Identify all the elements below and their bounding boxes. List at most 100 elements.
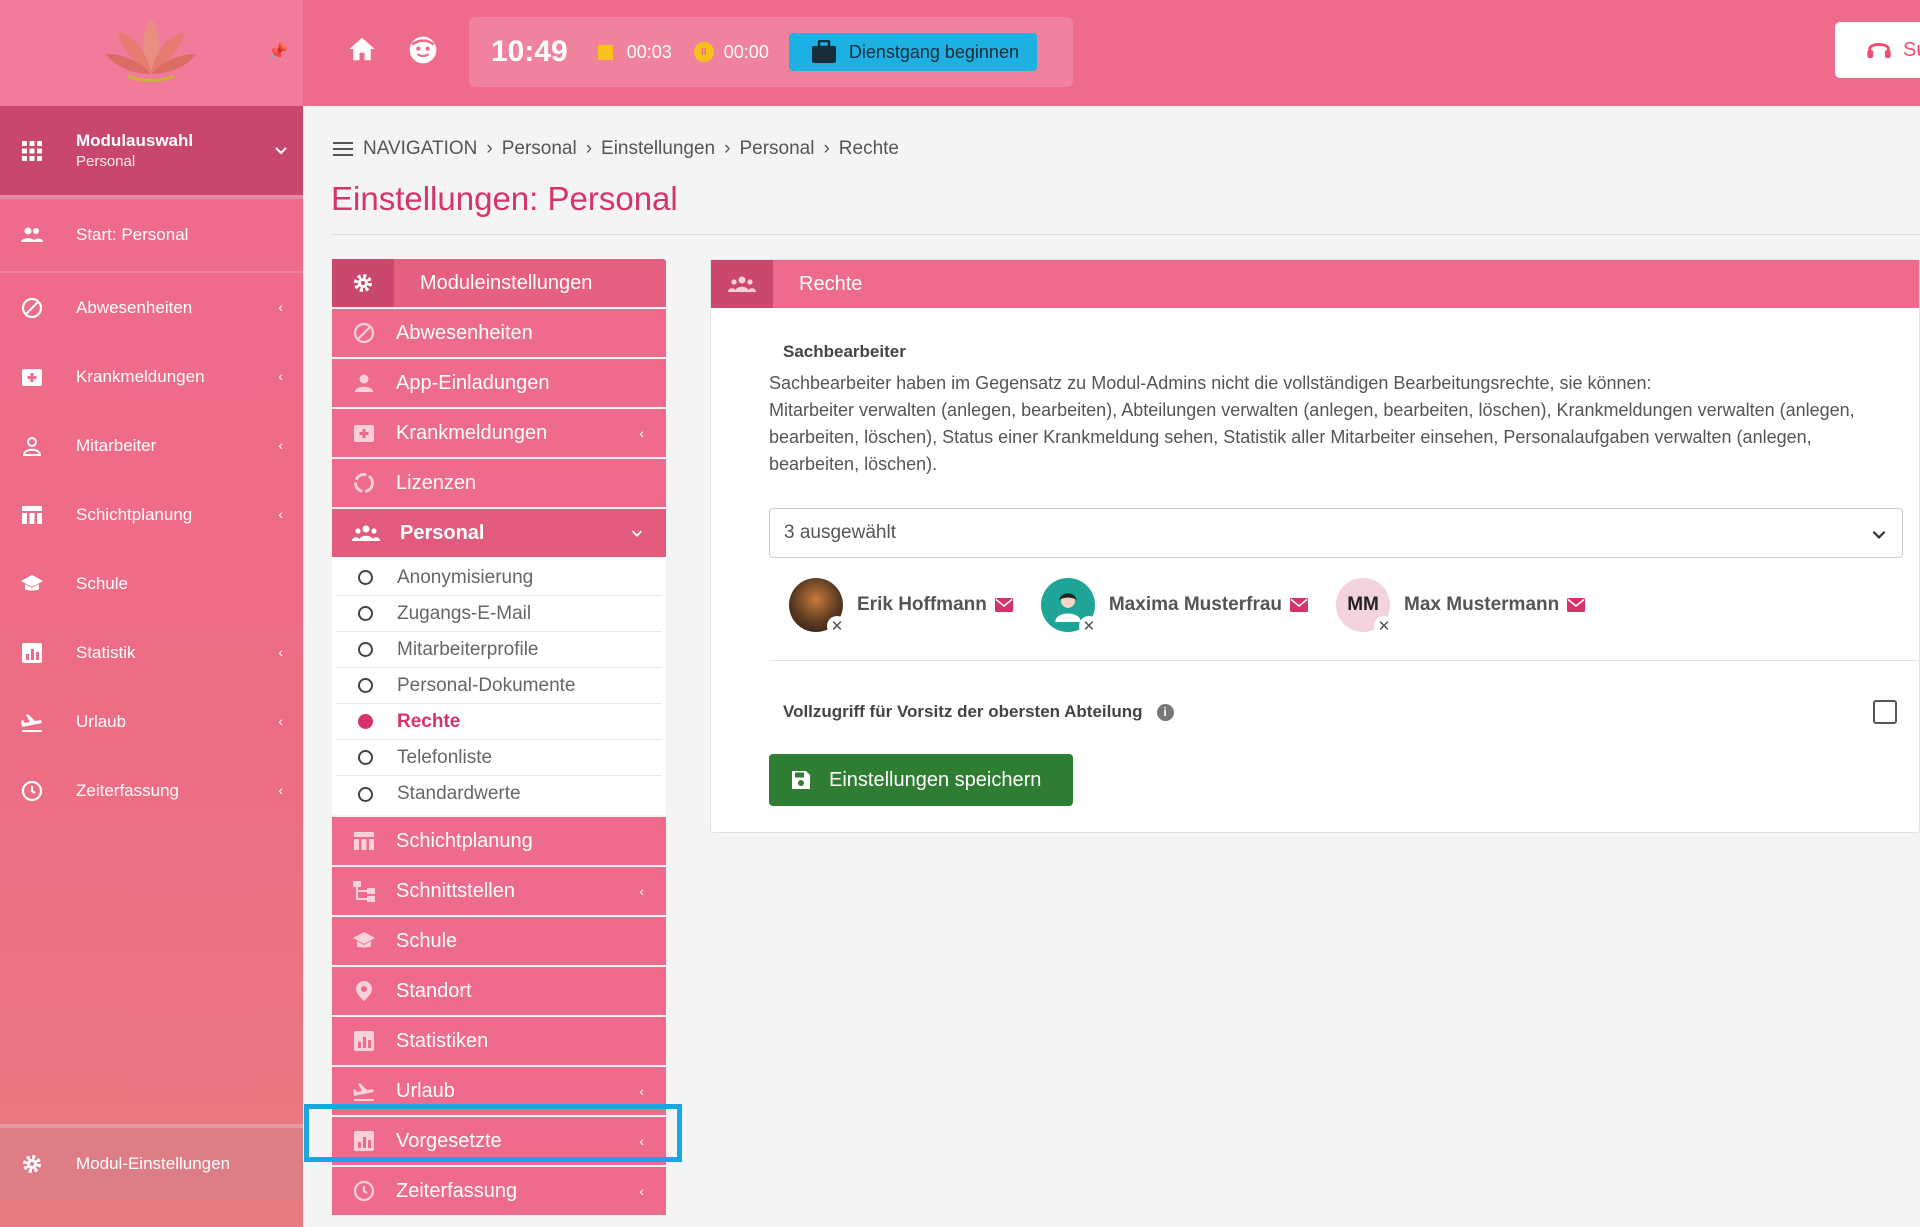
sidebar-item-statistik[interactable]: Statistik ‹ <box>0 618 303 687</box>
stop-icon[interactable] <box>597 44 613 60</box>
sidebar-item-modul-einstellungen[interactable]: Modul-Einstellungen <box>0 1124 303 1200</box>
submenu-item-rechte[interactable]: Rechte <box>336 704 662 740</box>
menu-item-label: Lizenzen <box>396 471 477 494</box>
divider <box>769 660 1920 661</box>
calendar-icon <box>22 505 42 524</box>
submenu-item-standardwerte[interactable]: Standardwerte <box>336 776 662 812</box>
user-name: Max Mustermann <box>1404 594 1560 615</box>
user-name: Erik Hoffmann <box>857 594 987 615</box>
radio-circle-icon <box>358 750 373 765</box>
submenu-item-mitarbeiterprofile[interactable]: Mitarbeiterprofile <box>336 632 662 668</box>
full-access-setting: Vollzugriff für Vorsitz der obersten Abt… <box>783 702 1174 722</box>
avatar: MM ✕ <box>1336 578 1395 636</box>
chevron-left-icon: ‹ <box>278 782 283 798</box>
menu-item-abwesenheiten[interactable]: Abwesenheiten <box>332 309 666 357</box>
save-settings-label: Einstellungen speichern <box>829 768 1042 791</box>
menu-item-standort[interactable]: Standort <box>332 967 666 1015</box>
breadcrumb-item[interactable]: Einstellungen <box>601 138 715 160</box>
chevron-down-icon <box>1872 530 1886 539</box>
chevron-left-icon: ‹ <box>278 368 283 384</box>
sidebar-item-mitarbeiter[interactable]: Mitarbeiter ‹ <box>0 411 303 480</box>
remove-icon[interactable]: ✕ <box>1374 616 1395 636</box>
sidebar-item-schule[interactable]: Schule <box>0 549 303 618</box>
menu-icon[interactable] <box>333 140 353 158</box>
description-line: Sachbearbeiter haben im Gegensatz zu Mod… <box>769 373 1652 393</box>
pin-icon[interactable]: 📌 <box>268 42 288 62</box>
sidebar-item-krankmeldungen[interactable]: Krankmeldungen ‹ <box>0 342 303 411</box>
user-multiselect[interactable]: 3 ausgewählt <box>769 508 1903 558</box>
rights-description: Sachbearbeiter haben im Gegensatz zu Mod… <box>769 370 1899 478</box>
sidebar-item-abwesenheiten[interactable]: Abwesenheiten ‹ <box>0 273 303 342</box>
submenu-item-anonymisierung[interactable]: Anonymisierung <box>336 560 662 596</box>
description-line: Mitarbeiter verwalten (anlegen, bearbeit… <box>769 400 1855 474</box>
school-icon <box>21 574 43 590</box>
sidebar-item-label: Schule <box>76 573 128 593</box>
remove-icon[interactable]: ✕ <box>827 616 847 636</box>
sidebar-item-label: Start: Personal <box>76 225 189 244</box>
panel-header: Rechte <box>711 260 1919 308</box>
menu-item-urlaub[interactable]: Urlaub ‹ <box>332 1067 666 1115</box>
chevron-left-icon: ‹ <box>639 1133 644 1149</box>
info-icon[interactable]: i <box>1156 703 1174 721</box>
menu-item-schule[interactable]: Schule <box>332 917 666 965</box>
menu-item-schnittstellen[interactable]: Schnittstellen ‹ <box>332 867 666 915</box>
breadcrumb-item[interactable]: Personal <box>502 138 577 160</box>
chevron-left-icon: ‹ <box>278 644 283 660</box>
chevron-left-icon: ‹ <box>278 437 283 453</box>
plane-icon <box>353 1083 374 1101</box>
menu-item-krankmeldungen[interactable]: Krankmeldungen ‹ <box>332 409 666 457</box>
face-icon[interactable] <box>407 34 439 66</box>
personal-submenu: Anonymisierung Zugangs-E-Mail Mitarbeite… <box>332 557 666 815</box>
sidebar-item-urlaub[interactable]: Urlaub ‹ <box>0 687 303 756</box>
save-settings-button[interactable]: Einstellungen speichern <box>769 754 1073 806</box>
submenu-item-label: Telefonliste <box>397 746 493 768</box>
pause-icon[interactable]: II <box>693 42 714 62</box>
support-button[interactable]: Su <box>1835 22 1920 78</box>
chart-icon <box>354 1031 374 1051</box>
menu-item-label: Abwesenheiten <box>396 321 533 344</box>
menu-item-app-einladungen[interactable]: App-Einladungen <box>332 359 666 407</box>
module-selector[interactable]: Modulauswahl Personal <box>0 106 303 199</box>
settings-menu-header: Moduleinstellungen <box>332 259 666 307</box>
user-portrait-icon <box>1055 593 1081 622</box>
user-chip: ✕ Erik Hoffmann <box>789 578 1013 636</box>
full-access-checkbox[interactable] <box>1873 700 1897 724</box>
menu-item-personal[interactable]: Personal <box>332 509 666 557</box>
submenu-item-label: Standardwerte <box>397 783 521 804</box>
menu-item-label: Statistiken <box>396 1029 489 1052</box>
support-label: Su <box>1903 38 1920 61</box>
envelope-icon[interactable] <box>1567 598 1586 612</box>
current-time: 10:49 <box>491 35 568 68</box>
menu-item-schichtplanung[interactable]: Schichtplanung <box>332 817 666 865</box>
menu-item-lizenzen[interactable]: Lizenzen <box>332 459 666 507</box>
start-duty-button[interactable]: Dienstgang beginnen <box>788 33 1037 71</box>
breadcrumb-item[interactable]: Personal <box>739 138 814 160</box>
sidebar: 📌 Modulauswahl Personal Start: Personal … <box>0 0 303 1227</box>
module-title: Modulauswahl <box>76 131 194 150</box>
breadcrumb-item[interactable]: NAVIGATION <box>363 138 477 160</box>
envelope-icon[interactable] <box>994 598 1013 612</box>
block-icon <box>21 297 43 318</box>
menu-item-statistiken[interactable]: Statistiken <box>332 1017 666 1065</box>
remove-icon[interactable]: ✕ <box>1078 616 1099 636</box>
logo-area: 📌 <box>0 0 303 106</box>
submenu-item-telefonliste[interactable]: Telefonliste <box>336 740 662 776</box>
breadcrumb-separator: › <box>486 138 493 159</box>
sitemap-icon <box>353 881 375 902</box>
floppy-disk-icon <box>792 771 810 789</box>
menu-item-vorgesetzte[interactable]: Vorgesetzte ‹ <box>332 1117 666 1165</box>
submenu-item-zugangs-email[interactable]: Zugangs-E-Mail <box>336 596 662 632</box>
sidebar-item-schichtplanung[interactable]: Schichtplanung ‹ <box>0 480 303 549</box>
envelope-icon[interactable] <box>1290 598 1309 612</box>
sidebar-item-start[interactable]: Start: Personal <box>0 199 303 273</box>
menu-item-zeiterfassung[interactable]: Zeiterfassung ‹ <box>332 1167 666 1215</box>
submenu-item-personal-dokumente[interactable]: Personal-Dokumente <box>336 668 662 704</box>
radio-filled-icon <box>358 714 373 729</box>
avatar: ✕ <box>1040 578 1099 636</box>
sidebar-item-zeiterfassung[interactable]: Zeiterfassung ‹ <box>0 756 303 825</box>
home-icon[interactable] <box>347 34 377 64</box>
license-icon <box>354 473 374 493</box>
breadcrumb-item: Rechte <box>838 138 899 159</box>
chevron-down-icon <box>275 147 287 155</box>
gear-icon <box>354 274 372 292</box>
